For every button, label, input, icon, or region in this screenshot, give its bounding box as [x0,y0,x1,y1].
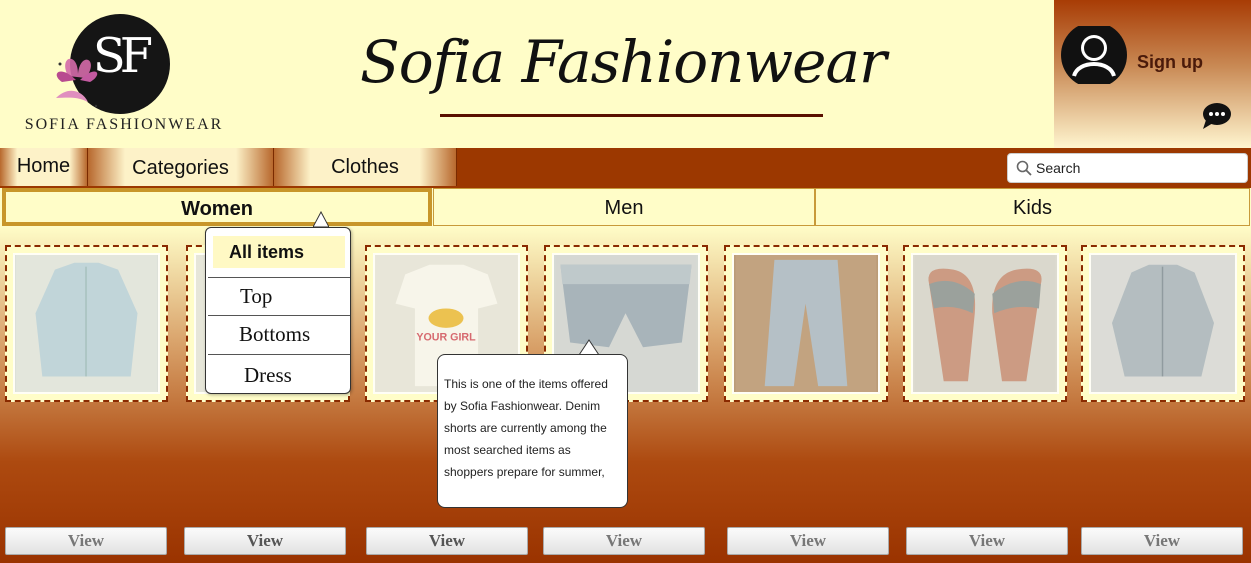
chat-bubbles-icon[interactable] [1200,102,1232,130]
site-title: Sofia Fashionwear [360,28,887,96]
jeans-illustration-icon [735,255,877,392]
product-image-jacket[interactable] [13,253,160,394]
brand-logo[interactable]: SF SOFIA FASHIONWEAR [8,6,238,142]
dropdown-caret [313,211,329,227]
product-image-jeans[interactable] [732,253,880,394]
view-button[interactable]: View [543,527,705,555]
women-dropdown-menu: All items Top Bottoms Dress [205,227,351,394]
header: SF SOFIA FASHIONWEAR Sofia Fashionwear S… [0,0,1251,148]
view-button[interactable]: View [5,527,167,555]
signup-link[interactable]: Sign up [1137,52,1203,73]
nav-categories-button[interactable]: Categories [88,148,274,186]
view-button[interactable]: View [1081,527,1243,555]
sandals-illustration-icon [914,255,1056,392]
product-card[interactable] [1081,245,1245,402]
view-button[interactable]: View [184,527,346,555]
product-card[interactable] [903,245,1067,402]
category-tabs: Women Men Kids [0,188,1251,226]
lotus-flower-icon [56,58,98,108]
product-image-denim-jacket[interactable] [1089,253,1237,394]
view-button[interactable]: View [366,527,528,555]
menu-item-all-items[interactable]: All items [213,236,345,268]
product-card[interactable] [724,245,888,402]
search-input[interactable] [1036,158,1236,178]
view-button[interactable]: View [727,527,889,555]
product-image-sandals[interactable] [911,253,1059,394]
tab-women[interactable]: Women [2,188,432,226]
search-icon [1016,160,1032,176]
logo-wordmark: SOFIA FASHIONWEAR [24,116,224,133]
search-box[interactable] [1007,153,1248,183]
tooltip-caret [579,339,599,355]
user-avatar-icon[interactable] [1060,26,1128,84]
account-panel: Sign up [1054,0,1251,148]
nav-clothes-button[interactable]: Clothes [274,148,457,186]
tab-men[interactable]: Men [433,188,815,226]
product-tooltip: This is one of the items offered by Sofi… [437,354,628,508]
main-navigation: Home Categories Clothes [0,148,1251,188]
nav-home-button[interactable]: Home [0,148,88,186]
menu-item-top[interactable]: Top [208,277,350,315]
view-button[interactable]: View [906,527,1068,555]
tshirt-print-text: YOUR GIRL [416,332,476,344]
title-underline [440,114,823,117]
product-card[interactable] [5,245,168,402]
menu-item-dress[interactable]: Dress [208,359,350,393]
tab-kids[interactable]: Kids [815,188,1250,226]
menu-item-bottoms[interactable]: Bottoms [208,315,350,355]
jacket-illustration-icon [16,255,157,392]
denim-jacket-illustration-icon [1092,255,1234,392]
